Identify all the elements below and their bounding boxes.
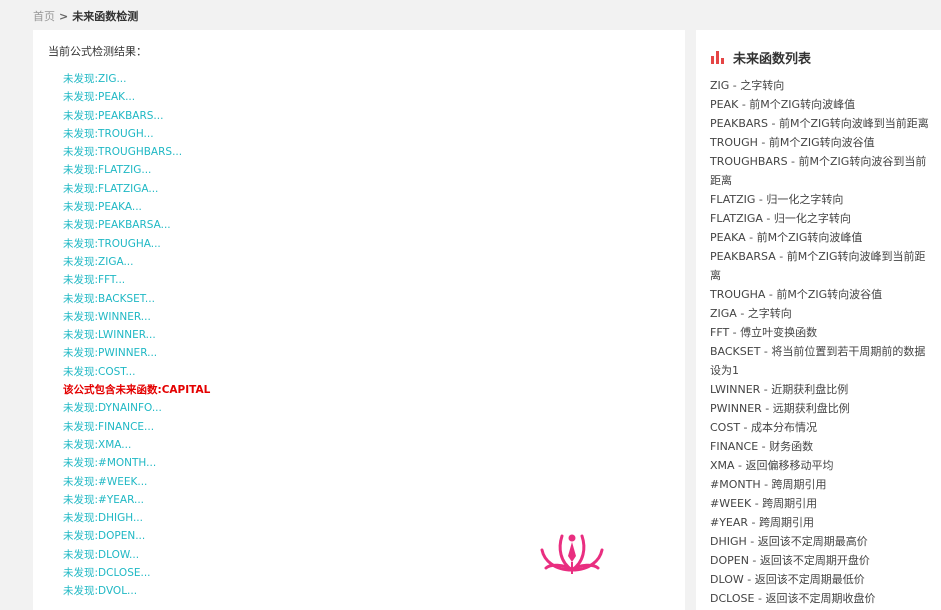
sidebar-title: 未来函数列表: [711, 48, 812, 67]
function-list-item[interactable]: DOPEN - 返回该不定周期开盘价: [710, 551, 932, 570]
breadcrumb-current: 未来函数检测: [72, 10, 139, 23]
result-item: 未发现:DHIGH...: [63, 512, 143, 525]
result-item: 未发现:FFT...: [63, 274, 126, 287]
function-list-item[interactable]: TROUGHBARS - 前M个ZIG转向波谷到当前距离: [710, 152, 932, 190]
detection-result-panel: 当前公式检测结果： 未发现:ZIG... 未发现:PEAK... 未发现:PEAKB…: [33, 30, 685, 610]
function-list-item[interactable]: #MONTH - 跨周期引用: [710, 475, 932, 494]
result-item: 未发现:DVOL...: [63, 585, 138, 598]
function-list-item[interactable]: PWINNER - 远期获利盘比例: [710, 399, 932, 418]
result-item: 未发现:PEAKBARSA...: [63, 219, 171, 232]
result-item: 未发现:PEAKA...: [63, 201, 142, 214]
function-list-item[interactable]: FLATZIG - 归一化之字转向: [710, 190, 932, 209]
result-item: 未发现:#MONTH...: [63, 457, 157, 470]
function-list-item[interactable]: XMA - 返回偏移移动平均: [710, 456, 932, 475]
result-item-found: 该公式包含未来函数:CAPITAL: [63, 384, 211, 397]
result-item: 未发现:PWINNER...: [63, 347, 158, 360]
result-item: 未发现:FLATZIG...: [63, 164, 152, 177]
function-list-item[interactable]: FINANCE - 财务函数: [710, 437, 932, 456]
result-item: 未发现:DYNAINFO...: [63, 402, 162, 415]
function-list-item[interactable]: DHIGH - 返回该不定周期最高价: [710, 532, 932, 551]
function-list-item[interactable]: FLATZIGA - 归一化之字转向: [710, 209, 932, 228]
result-heading: 当前公式检测结果：: [48, 45, 147, 58]
result-item: 未发现:WINNER...: [63, 310, 151, 323]
result-item: 未发现:COST...: [63, 365, 136, 378]
breadcrumb: 首页 > 未来函数检测: [33, 8, 138, 24]
function-list-item[interactable]: PEAK - 前M个ZIG转向波峰值: [710, 95, 932, 114]
function-list-item[interactable]: DCLOSE - 返回该不定周期收盘价: [710, 589, 932, 608]
sidebar-title-text: 未来函数列表: [733, 51, 812, 67]
result-item: 未发现:BACKSET...: [63, 292, 155, 305]
function-list-item[interactable]: #WEEK - 跨周期引用: [710, 494, 932, 513]
function-list-item[interactable]: FFT - 傅立叶变换函数: [710, 323, 932, 342]
function-list-item[interactable]: ZIG - 之字转向: [710, 76, 932, 95]
function-list-item[interactable]: #YEAR - 跨周期引用: [710, 513, 932, 532]
function-list-item[interactable]: PEAKBARS - 前M个ZIG转向波峰到当前距离: [710, 114, 932, 133]
lotus-logo-icon: [540, 534, 604, 574]
function-list-item[interactable]: TROUGHA - 前M个ZIG转向波谷值: [710, 285, 932, 304]
result-item: 未发现:LWINNER...: [63, 329, 156, 342]
breadcrumb-home-link[interactable]: 首页: [33, 10, 55, 23]
breadcrumb-separator: >: [59, 10, 69, 23]
result-item: 未发现:DLOW...: [63, 548, 140, 561]
result-item: 未发现:XMA...: [63, 438, 132, 451]
function-list: ZIG - 之字转向 PEAK - 前M个ZIG转向波峰值 PEAKBARS - 前…: [710, 76, 932, 610]
result-list: 未发现:ZIG... 未发现:PEAK... 未发现:PEAKBARS... 未发现:…: [63, 70, 210, 601]
future-function-sidebar: 未来函数列表 ZIG - 之字转向 PEAK - 前M个ZIG转向波峰值 PEAKB…: [696, 30, 941, 610]
function-list-item[interactable]: DLOW - 返回该不定周期最低价: [710, 570, 932, 589]
function-list-item[interactable]: PEAKA - 前M个ZIG转向波峰值: [710, 228, 932, 247]
result-item: 未发现:#YEAR...: [63, 493, 145, 506]
result-item: 未发现:#WEEK...: [63, 475, 148, 488]
result-item: 未发现:TROUGH...: [63, 127, 154, 140]
result-item: 未发现:FLATZIGA...: [63, 182, 159, 195]
function-list-item[interactable]: PEAKBARSA - 前M个ZIG转向波峰到当前距离: [710, 247, 932, 285]
result-item: 未发现:PEAKBARS...: [63, 109, 164, 122]
result-item: 未发现:DOPEN...: [63, 530, 146, 543]
bar-chart-icon: [711, 50, 724, 64]
result-item: 未发现:PEAK...: [63, 91, 136, 104]
function-list-item[interactable]: BACKSET - 将当前位置到若干周期前的数据设为1: [710, 342, 932, 380]
function-list-item[interactable]: COST - 成本分布情况: [710, 418, 932, 437]
result-item: 未发现:DCLOSE...: [63, 567, 151, 580]
result-item: 未发现:ZIGA...: [63, 255, 134, 268]
result-item: 未发现:TROUGHBARS...: [63, 146, 183, 159]
result-item: 未发现:ZIG...: [63, 73, 127, 85]
function-list-item[interactable]: LWINNER - 近期获利盘比例: [710, 380, 932, 399]
result-item: 未发现:FINANCE...: [63, 420, 155, 433]
function-list-item[interactable]: ZIGA - 之字转向: [710, 304, 932, 323]
function-list-item[interactable]: TROUGH - 前M个ZIG转向波谷值: [710, 133, 932, 152]
result-item: 未发现:TROUGHA...: [63, 237, 161, 250]
